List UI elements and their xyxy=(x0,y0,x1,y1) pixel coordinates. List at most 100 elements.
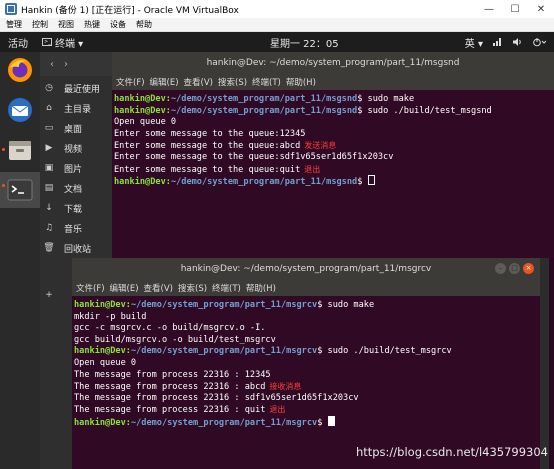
videos-icon: ▶ xyxy=(45,143,53,153)
pictures-icon: ▣ xyxy=(44,163,54,173)
virtualbox-icon xyxy=(5,3,17,15)
downloads-icon: ↓ xyxy=(45,203,53,213)
sidebar-item-trash[interactable]: 🗑 回收站 xyxy=(42,239,112,257)
menu-help[interactable]: 帮助 xyxy=(136,19,152,30)
terminal-line: Enter some message to the queue:12345 xyxy=(114,129,552,141)
menu-view[interactable]: 查看(V) xyxy=(144,282,173,294)
sidebar-item-videos[interactable]: ▶ 视频 xyxy=(42,139,112,157)
terminal-output[interactable]: hankin@Dev:~/demo/system_program/part_11… xyxy=(112,90,554,187)
menu-edit[interactable]: 编辑(E) xyxy=(110,282,139,294)
firefox-icon[interactable] xyxy=(6,56,34,84)
terminal-line: The message from process 22316 : sdf1v65… xyxy=(74,393,538,405)
thunderbird-icon[interactable] xyxy=(6,96,34,124)
menu-control[interactable]: 控制 xyxy=(32,19,48,30)
terminal-window-msgsnd[interactable]: hankin@Dev: ~/demo/system_program/part_1… xyxy=(112,52,554,258)
prompt-user: hankin@Dev xyxy=(74,346,126,357)
terminal-line: hankin@Dev:~/demo/system_program/part_11… xyxy=(74,346,452,357)
output-text: The message from process 22316 : abcd xyxy=(74,382,266,393)
terminal-line: gcc build/msgrcv.o -o build/test_msgrcv xyxy=(74,335,538,347)
sidebar-item-documents[interactable]: ▤ 文档 xyxy=(42,179,112,197)
sidebar-item-pictures[interactable]: ▣ 图片 xyxy=(42,159,112,177)
vbox-menubar: 管理 控制 视图 热键 设备 帮助 xyxy=(0,18,554,32)
forward-icon[interactable]: › xyxy=(64,59,68,70)
menu-help[interactable]: 帮助(H) xyxy=(246,282,276,294)
sidebar-item-music[interactable]: ♫ 音乐 xyxy=(42,219,112,237)
running-indicator xyxy=(2,184,5,187)
output-text: Enter some message to the queue:12345 xyxy=(114,128,306,139)
desktop-icon: ▭ xyxy=(44,123,54,133)
app-menu[interactable]: >_ 终端 ▾ xyxy=(42,35,83,50)
sidebar-item-desktop[interactable]: ▭ 桌面 xyxy=(42,119,112,137)
terminal-titlebar[interactable]: hankin@Dev: ~/demo/system_program/part_1… xyxy=(72,258,540,280)
output-text: The message from process 22316 : quit xyxy=(74,405,266,416)
system-tray[interactable]: 英 ▾ xyxy=(465,35,546,50)
home-icon: ⌂ xyxy=(46,103,52,113)
files-icon[interactable] xyxy=(6,136,34,164)
sidebar-item-label: 回收站 xyxy=(64,244,92,255)
menu-view[interactable]: 查看(V) xyxy=(184,76,213,88)
prompt-user: hankin@Dev xyxy=(74,300,126,310)
terminal-line: The message from process 22316 : abcd 接收消… xyxy=(74,381,538,393)
close-button[interactable]: ✕ xyxy=(528,4,554,15)
output-text: Open queue 0 xyxy=(114,117,177,128)
menu-view[interactable]: 视图 xyxy=(58,19,74,30)
terminal-line: The message from process 22316 : 12345 xyxy=(74,370,538,382)
terminal-cursor xyxy=(367,175,375,186)
prompt-path: ~/demo/system_program/part_11/msgsnd xyxy=(170,105,358,116)
clock[interactable]: 星期一 22：05 xyxy=(270,35,339,50)
minimize-button[interactable]: – xyxy=(495,263,506,274)
annotation-label: 接收消息 xyxy=(269,382,302,392)
command-text: $ sudo make xyxy=(317,300,375,310)
menu-file[interactable]: 文件(F) xyxy=(116,76,145,88)
terminal-icon[interactable] xyxy=(6,176,34,204)
terminal-titlebar[interactable]: hankin@Dev: ~/demo/system_program/part_1… xyxy=(112,52,554,74)
terminal-window-msgrcv[interactable]: hankin@Dev: ~/demo/system_program/part_1… xyxy=(72,258,540,469)
menu-help[interactable]: 帮助(H) xyxy=(286,76,316,88)
output-text: Open queue 0 xyxy=(74,357,137,368)
prompt-path: ~/demo/system_program/part_11/msgsnd xyxy=(170,94,358,104)
maximize-button[interactable]: □ xyxy=(509,263,520,274)
sidebar-item-label: 主目录 xyxy=(64,104,92,115)
activities-button[interactable]: 活动 xyxy=(8,35,28,50)
input-method-indicator[interactable]: 英 ▾ xyxy=(465,35,483,50)
menu-file[interactable]: 文件(F) xyxy=(76,282,105,294)
terminal-title: hankin@Dev: ~/demo/system_program/part_1… xyxy=(180,264,432,274)
sidebar-item-label: 文档 xyxy=(64,184,83,195)
terminal-line: hankin@Dev:~/demo/system_program/part_11… xyxy=(74,415,538,428)
network-icon[interactable] xyxy=(492,37,503,47)
sidebar-item-label: 音乐 xyxy=(64,224,83,235)
menu-hotkeys[interactable]: 热键 xyxy=(84,19,100,30)
prompt-user: hankin@Dev xyxy=(74,417,126,428)
recent-icon: ◷ xyxy=(45,83,53,93)
sidebar-item-downloads[interactable]: ↓ 下载 xyxy=(42,199,112,217)
files-nav: ‹ › xyxy=(40,52,112,76)
annotation-label: 退出 xyxy=(304,164,321,174)
power-icon[interactable] xyxy=(532,37,546,47)
menu-terminal[interactable]: 终端(T) xyxy=(212,282,241,294)
menu-devices[interactable]: 设备 xyxy=(110,19,126,30)
close-button[interactable]: × xyxy=(523,263,534,274)
prompt-user: hankin@Dev xyxy=(114,94,166,104)
back-icon[interactable]: ‹ xyxy=(50,59,54,70)
menu-manage[interactable]: 管理 xyxy=(6,19,22,30)
minimize-button[interactable]: — xyxy=(476,4,502,15)
terminal-line: mkdir -p build xyxy=(74,312,538,324)
scrollbar[interactable] xyxy=(549,258,554,469)
app-menu-label: 终端 ▾ xyxy=(55,38,84,50)
volume-icon[interactable] xyxy=(512,37,523,47)
prompt-path: ~/demo/system_program/part_11/msgrcv xyxy=(130,346,318,357)
gnome-top-bar: 活动 >_ 终端 ▾ 星期一 22：05 英 ▾ xyxy=(0,32,554,52)
menu-edit[interactable]: 编辑(E) xyxy=(150,76,179,88)
terminal-line: Open queue 0 xyxy=(114,117,552,129)
sidebar-item-home[interactable]: ⌂ 主目录 xyxy=(42,99,112,117)
menu-search[interactable]: 搜索(S) xyxy=(178,282,207,294)
terminal-output[interactable]: hankin@Dev:~/demo/system_program/part_11… xyxy=(72,296,540,428)
terminal-line: Open queue 0 xyxy=(74,358,538,370)
menu-terminal[interactable]: 终端(T) xyxy=(252,76,281,88)
command-text: $ sudo make xyxy=(357,94,415,104)
terminal-line: Enter some message to the queue:sdf1v65s… xyxy=(114,152,552,164)
output-text: Enter some message to the queue:quit xyxy=(114,164,301,175)
sidebar-item-recent[interactable]: ◷ 最近使用 xyxy=(42,79,112,97)
menu-search[interactable]: 搜索(S) xyxy=(218,76,247,88)
maximize-button[interactable]: ☐ xyxy=(502,4,528,15)
